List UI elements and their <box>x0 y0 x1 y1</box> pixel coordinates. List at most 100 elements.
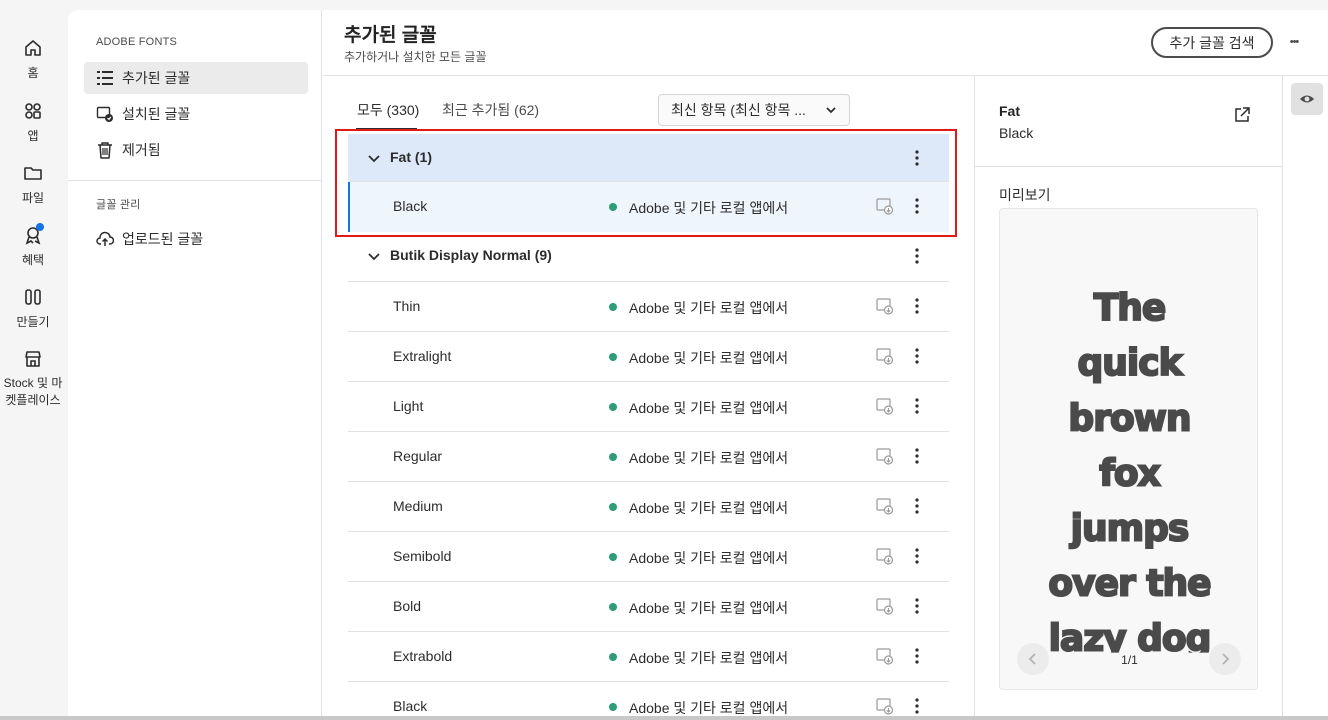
kebab-menu-icon[interactable] <box>910 346 924 366</box>
font-family-row[interactable]: Butik Display Normal (9) <box>348 232 949 282</box>
font-status-text: Adobe 및 기타 로컬 앱에서 <box>629 600 789 616</box>
rail-item-perks[interactable]: 혜택 <box>0 225 66 268</box>
font-style-row[interactable]: Semibold Adobe 및 기타 로컬 앱에서 <box>348 532 949 582</box>
font-family-name: Butik Display Normal (9) <box>390 247 552 263</box>
tab-recently-added[interactable]: 최근 추가됨 (62) <box>442 100 539 120</box>
rail-label: 만들기 <box>16 315 50 329</box>
rail-item-files[interactable]: 파일 <box>0 163 66 206</box>
next-page-button[interactable] <box>1209 643 1241 675</box>
installed-icon <box>96 106 113 122</box>
status-dot <box>609 453 617 461</box>
font-style-name: Semibold <box>393 548 452 564</box>
kebab-menu-icon[interactable] <box>910 646 924 666</box>
font-status-text: Adobe 및 기타 로컬 앱에서 <box>629 700 789 716</box>
status-dot <box>609 603 617 611</box>
notification-badge <box>36 223 44 231</box>
list-icon <box>97 71 113 85</box>
kebab-menu-icon[interactable] <box>910 246 924 266</box>
tab-all[interactable]: 모두 (330) <box>357 100 419 120</box>
side-nav: ADOBE FONTS 추가된 글꼴 설치된 글꼴 제거됨 글꼴 관리 업로드된… <box>68 10 322 716</box>
create-icon <box>25 289 41 305</box>
font-style-name: Black <box>393 698 428 714</box>
status-dot <box>609 553 617 561</box>
preview-line: brown <box>1067 397 1192 441</box>
manage-section-title: 글꼴 관리 <box>96 199 141 211</box>
kebab-menu-icon[interactable] <box>910 496 924 516</box>
font-style-name: Thin <box>393 298 421 314</box>
chevron-right-icon <box>1222 653 1230 665</box>
rail-item-home[interactable]: 홈 <box>0 38 66 81</box>
sort-dropdown[interactable]: 최신 항목 (최신 항목 ... <box>658 94 850 126</box>
font-style-name: Extrabold <box>393 648 453 664</box>
font-style-row[interactable]: Extralight Adobe 및 기타 로컬 앱에서 <box>348 332 949 382</box>
install-font-icon[interactable] <box>876 697 894 715</box>
detail-font-name: Fat <box>999 103 1020 119</box>
font-status-text: Adobe 및 기타 로컬 앱에서 <box>629 450 789 466</box>
nav-label: 업로드된 글꼴 <box>122 231 204 247</box>
font-style-row[interactable]: Extrabold Adobe 및 기타 로컬 앱에서 <box>348 632 949 682</box>
kebab-menu-icon[interactable] <box>910 596 924 616</box>
sort-value: 최신 항목 (최신 항목 ... <box>671 102 806 118</box>
install-font-icon[interactable] <box>876 297 894 315</box>
font-style-row[interactable]: Thin Adobe 및 기타 로컬 앱에서 <box>348 282 949 332</box>
install-font-icon[interactable] <box>876 497 894 515</box>
kebab-menu-icon[interactable] <box>910 546 924 566</box>
detail-divider <box>975 166 1282 167</box>
folder-icon <box>24 167 42 180</box>
preview-line: over the <box>1047 562 1212 606</box>
preview-line: quick <box>1076 342 1183 386</box>
preview-box: The quick brown fox jumps over the lazy dog 1/… <box>999 208 1258 690</box>
more-options-icon[interactable]: ••• <box>1284 30 1304 54</box>
kebab-menu-icon[interactable] <box>910 396 924 416</box>
rail-item-create[interactable]: 만들기 <box>0 287 66 330</box>
nav-item-uploaded-fonts[interactable]: 업로드된 글꼴 <box>84 223 308 255</box>
font-style-row[interactable]: Medium Adobe 및 기타 로컬 앱에서 <box>348 482 949 532</box>
font-style-row[interactable]: Regular Adobe 및 기타 로컬 앱에서 <box>348 432 949 482</box>
rail-item-apps[interactable]: 앱 <box>0 101 66 144</box>
font-status-text: Adobe 및 기타 로컬 앱에서 <box>629 650 789 666</box>
eye-icon <box>1300 95 1314 103</box>
font-style-row[interactable]: Bold Adobe 및 기타 로컬 앱에서 <box>348 582 949 632</box>
install-font-icon[interactable] <box>876 347 894 365</box>
font-style-row[interactable]: Light Adobe 및 기타 로컬 앱에서 <box>348 382 949 432</box>
preview-text: The quick brown fox jumps over the lazy dog <box>1000 281 1257 652</box>
install-font-icon[interactable] <box>876 447 894 465</box>
install-font-icon[interactable] <box>876 547 894 565</box>
font-style-row[interactable]: Black Adobe 및 기타 로컬 앱에서 <box>348 682 949 716</box>
install-font-icon[interactable] <box>876 597 894 615</box>
nav-item-removed[interactable]: 제거됨 <box>84 134 308 166</box>
preview-toggle-button[interactable] <box>1291 83 1323 115</box>
font-status-text: Adobe 및 기타 로컬 앱에서 <box>629 550 789 566</box>
nav-label: 설치된 글꼴 <box>122 106 191 122</box>
kebab-menu-icon[interactable] <box>910 296 924 316</box>
nav-item-installed-fonts[interactable]: 설치된 글꼴 <box>84 98 308 130</box>
font-style-name: Light <box>393 398 424 414</box>
detail-font-style: Black <box>999 125 1034 141</box>
install-font-icon[interactable] <box>876 397 894 415</box>
rail-item-stock[interactable]: Stock 및 마 켓플레이스 <box>0 349 66 409</box>
kebab-menu-icon[interactable] <box>910 696 924 716</box>
search-more-fonts-button[interactable]: 추가 글꼴 검색 <box>1151 27 1273 58</box>
nav-label: 추가된 글꼴 <box>122 70 191 86</box>
kebab-menu-icon[interactable] <box>910 446 924 466</box>
open-external-icon[interactable] <box>1233 106 1251 124</box>
nav-divider <box>68 180 322 181</box>
font-status-text: Adobe 및 기타 로컬 앱에서 <box>629 500 789 516</box>
status-dot <box>609 703 617 711</box>
preview-line: The <box>1093 286 1168 330</box>
stock-icon <box>25 351 41 367</box>
section-title: ADOBE FONTS <box>96 36 178 48</box>
font-style-name: Medium <box>393 498 443 514</box>
font-status-text: Adobe 및 기타 로컬 앱에서 <box>629 400 789 416</box>
chevron-down-icon[interactable] <box>367 249 381 263</box>
rail-label: 켓플레이스 <box>5 393 61 407</box>
status-dot <box>609 303 617 311</box>
window-bottom-edge <box>0 716 1328 720</box>
install-font-icon[interactable] <box>876 647 894 665</box>
apps-icon <box>25 103 41 119</box>
rail-label: 홈 <box>27 66 39 80</box>
font-style-name: Bold <box>393 598 422 614</box>
font-style-name: Regular <box>393 448 443 464</box>
font-status-text: Adobe 및 기타 로컬 앱에서 <box>629 300 789 316</box>
nav-item-added-fonts[interactable]: 추가된 글꼴 <box>84 62 308 94</box>
